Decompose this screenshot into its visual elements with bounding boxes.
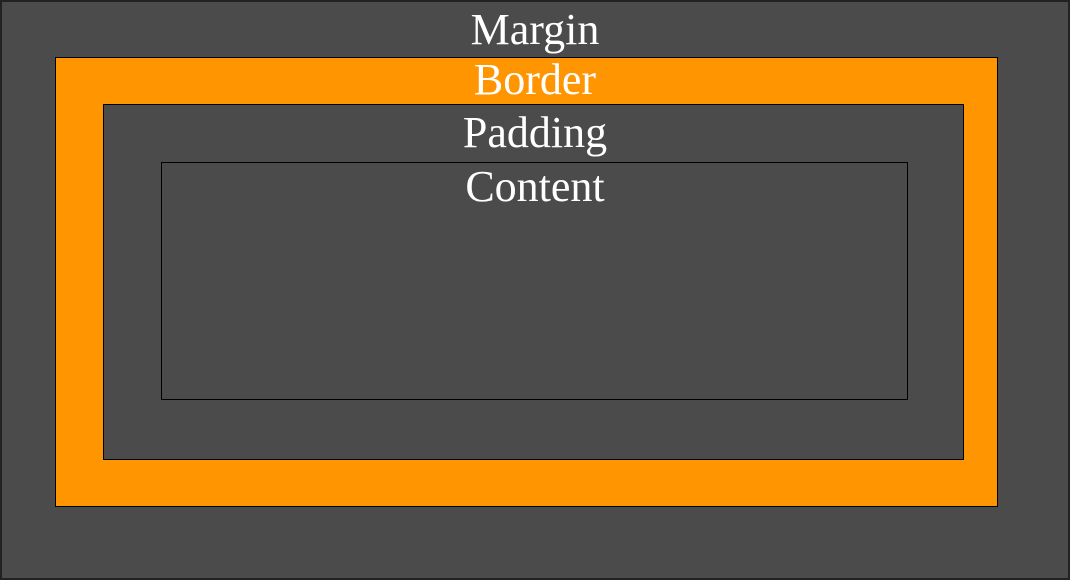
padding-label: Padding xyxy=(462,108,608,157)
border-label: Border xyxy=(473,55,597,104)
margin-label: Margin xyxy=(470,5,600,54)
content-label: Content xyxy=(465,162,605,211)
